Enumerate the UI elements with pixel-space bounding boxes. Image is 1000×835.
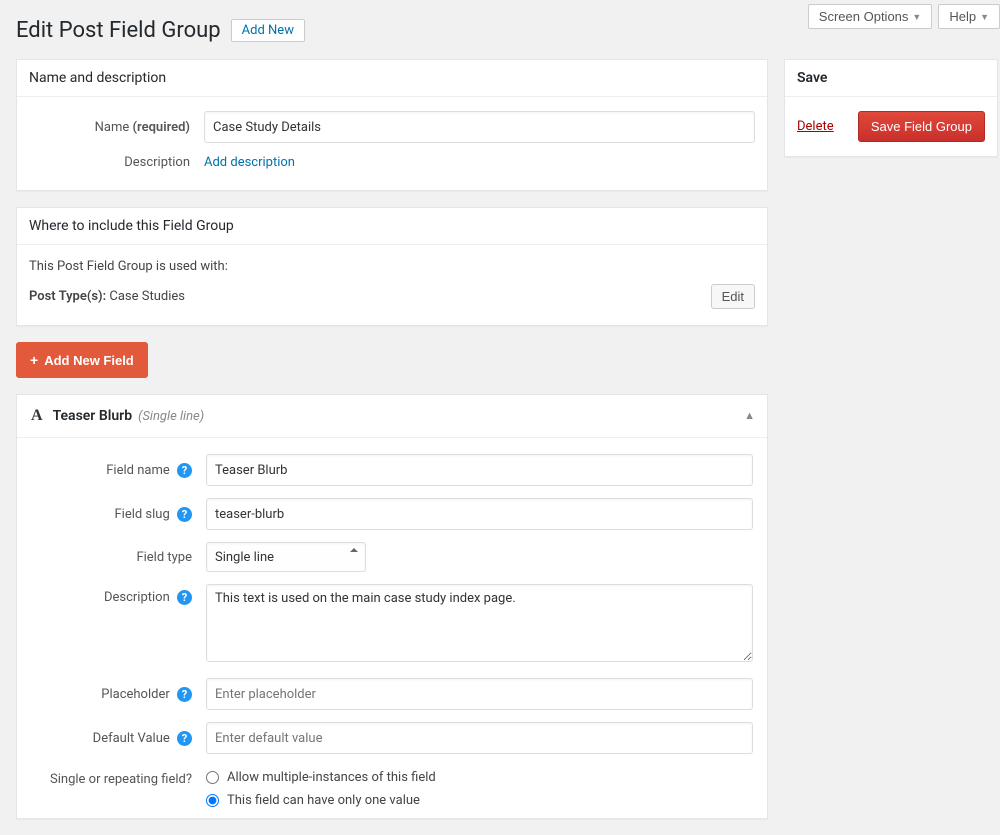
field-slug-input[interactable]	[206, 498, 753, 530]
field-name-input[interactable]	[206, 454, 753, 486]
edit-where-button[interactable]: Edit	[711, 284, 755, 309]
help-icon[interactable]: ?	[177, 731, 192, 746]
chevron-down-icon: ▼	[980, 12, 989, 22]
add-description-link[interactable]: Add description	[204, 155, 295, 170]
post-types-row: Post Type(s): Case Studies	[29, 289, 185, 304]
chevron-down-icon: ▼	[912, 12, 921, 22]
screen-options-label: Screen Options	[819, 9, 909, 24]
help-icon[interactable]: ?	[177, 463, 192, 478]
name-description-box: Name and description Name (required) Des…	[16, 59, 768, 191]
default-value-label: Default Value ?	[31, 731, 206, 746]
group-name-input[interactable]	[204, 111, 755, 143]
screen-options-toggle[interactable]: Screen Options ▼	[808, 4, 933, 29]
save-box: Save Delete Save Field Group	[784, 59, 998, 157]
where-include-box: Where to include this Field Group This P…	[16, 207, 768, 326]
where-include-heading: Where to include this Field Group	[17, 208, 767, 245]
repeating-label: Single or repeating field?	[31, 766, 206, 787]
radio-multiple[interactable]: Allow multiple-instances of this field	[206, 766, 753, 789]
description-label: Description	[29, 155, 204, 170]
plus-icon: +	[30, 352, 38, 368]
help-icon[interactable]: ?	[177, 590, 192, 605]
text-field-icon: A	[31, 407, 43, 425]
name-label: Name (required)	[29, 120, 204, 135]
field-item: A Teaser Blurb (Single line) ▲ Field nam…	[16, 394, 768, 819]
field-header[interactable]: A Teaser Blurb (Single line) ▲	[17, 395, 767, 438]
help-toggle[interactable]: Help ▼	[938, 4, 1000, 29]
field-header-name: Teaser Blurb	[53, 408, 133, 424]
field-header-type: (Single line)	[138, 409, 204, 424]
help-label: Help	[949, 9, 976, 24]
delete-link[interactable]: Delete	[797, 119, 834, 134]
add-new-field-label: Add New Field	[44, 353, 134, 368]
field-description-label: Description ?	[31, 584, 206, 605]
help-icon[interactable]: ?	[177, 507, 192, 522]
collapse-icon[interactable]: ▲	[744, 409, 755, 422]
save-heading: Save	[797, 70, 827, 86]
used-with-text: This Post Field Group is used with:	[29, 259, 755, 274]
name-description-heading: Name and description	[17, 60, 767, 97]
field-name-label: Field name ?	[31, 463, 206, 478]
field-description-textarea[interactable]: This text is used on the main case study…	[206, 584, 753, 662]
save-field-group-button[interactable]: Save Field Group	[858, 111, 985, 142]
field-slug-label: Field slug ?	[31, 507, 206, 522]
field-type-label: Field type	[31, 550, 206, 565]
default-value-input[interactable]	[206, 722, 753, 754]
add-new-group-button[interactable]: Add New	[231, 19, 305, 42]
placeholder-input[interactable]	[206, 678, 753, 710]
field-type-select[interactable]: Single line	[206, 542, 366, 572]
add-new-field-button[interactable]: + Add New Field	[16, 342, 148, 378]
page-title: Edit Post Field Group	[16, 18, 221, 43]
radio-single[interactable]: This field can have only one value	[206, 789, 753, 812]
